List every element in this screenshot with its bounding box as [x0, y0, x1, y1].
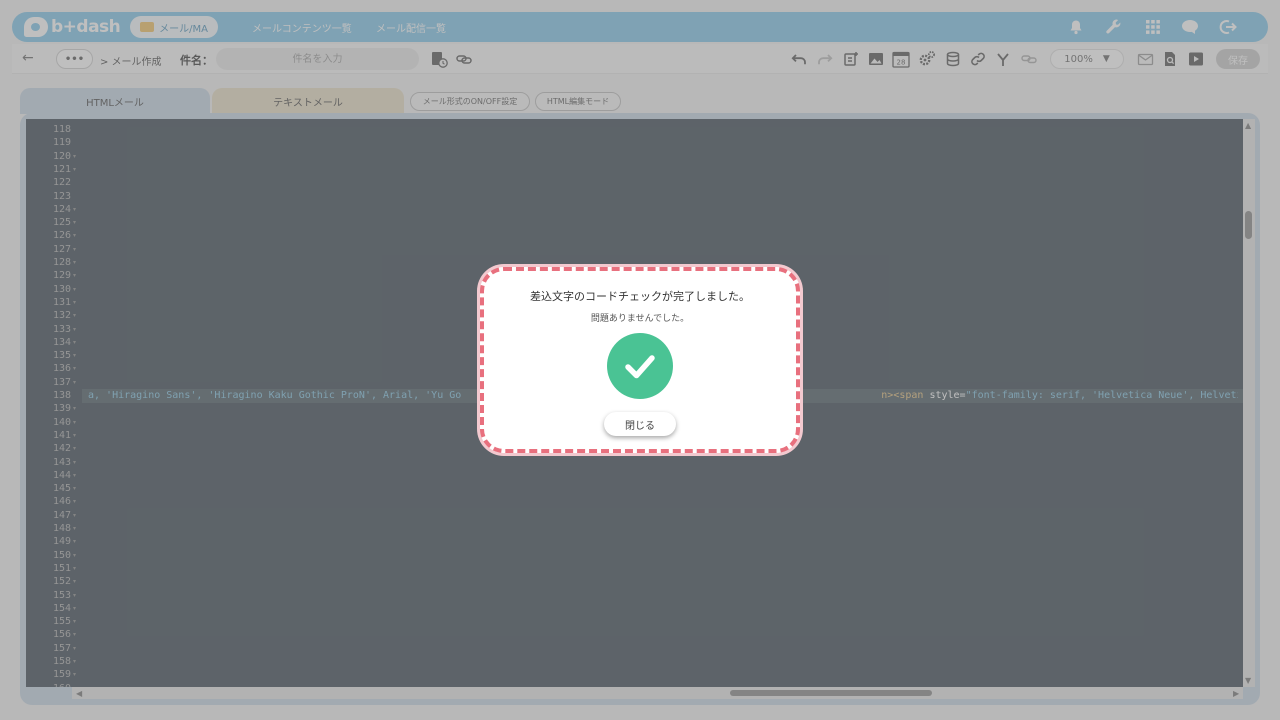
check-circle-icon	[607, 333, 673, 399]
dialog-message: 問題ありませんでした。	[590, 314, 690, 324]
dialog-title: 差込文字のコードチェックが完了しました。	[530, 290, 750, 303]
code-check-dialog: 差込文字のコードチェックが完了しました。 問題ありませんでした。 閉じる	[480, 267, 800, 453]
close-button[interactable]: 閉じる	[604, 412, 676, 436]
